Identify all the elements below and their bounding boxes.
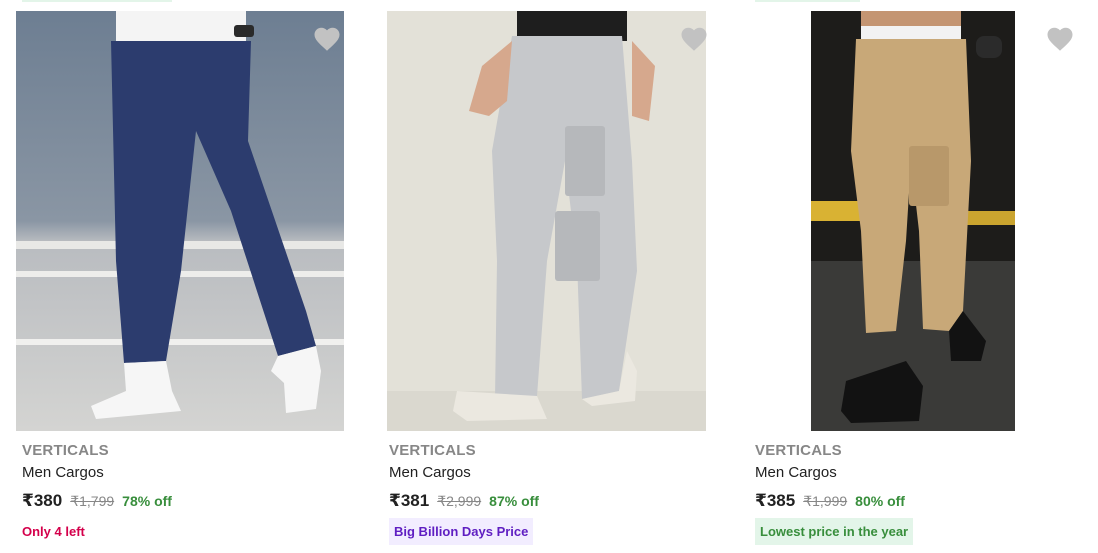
wishlist-heart-icon[interactable] xyxy=(679,24,709,54)
discount-percent: 80% off xyxy=(855,493,905,509)
product-image[interactable] xyxy=(387,11,706,431)
product-image[interactable] xyxy=(16,11,344,431)
wishlist-heart-icon[interactable] xyxy=(312,24,342,54)
product-title[interactable]: Men Cargos xyxy=(389,464,471,481)
product-brand: VERTICALS xyxy=(755,442,842,459)
product-card[interactable]: VERTICALS Men Cargos ₹381 ₹2,999 87% off… xyxy=(367,0,707,553)
discount-percent: 87% off xyxy=(489,493,539,509)
product-card[interactable]: VERTICALS Men Cargos ₹380 ₹1,799 78% off… xyxy=(0,0,344,553)
selling-price: ₹381 xyxy=(389,491,430,510)
wishlist-heart-icon[interactable] xyxy=(1045,24,1075,54)
price-row: ₹380 ₹1,799 78% off xyxy=(22,491,172,511)
product-card[interactable]: VERTICALS Men Cargos ₹385 ₹1,999 80% off… xyxy=(733,0,1073,553)
discount-percent: 78% off xyxy=(122,493,172,509)
price-row: ₹385 ₹1,999 80% off xyxy=(755,491,905,511)
original-price: ₹1,799 xyxy=(70,493,115,509)
product-brand: VERTICALS xyxy=(389,442,476,459)
stock-status-tag: Only 4 left xyxy=(22,524,85,539)
lowest-price-tag: Lowest price in the year xyxy=(755,518,914,545)
product-title[interactable]: Men Cargos xyxy=(22,464,104,481)
price-row: ₹381 ₹2,999 87% off xyxy=(389,491,539,511)
big-billion-days-tag: Big Billion Days Price xyxy=(389,518,534,545)
product-brand: VERTICALS xyxy=(22,442,109,459)
selling-price: ₹385 xyxy=(755,491,796,510)
product-title[interactable]: Men Cargos xyxy=(755,464,837,481)
original-price: ₹2,999 xyxy=(437,493,482,509)
product-image[interactable] xyxy=(811,11,1015,431)
selling-price: ₹380 xyxy=(22,491,63,510)
original-price: ₹1,999 xyxy=(803,493,848,509)
